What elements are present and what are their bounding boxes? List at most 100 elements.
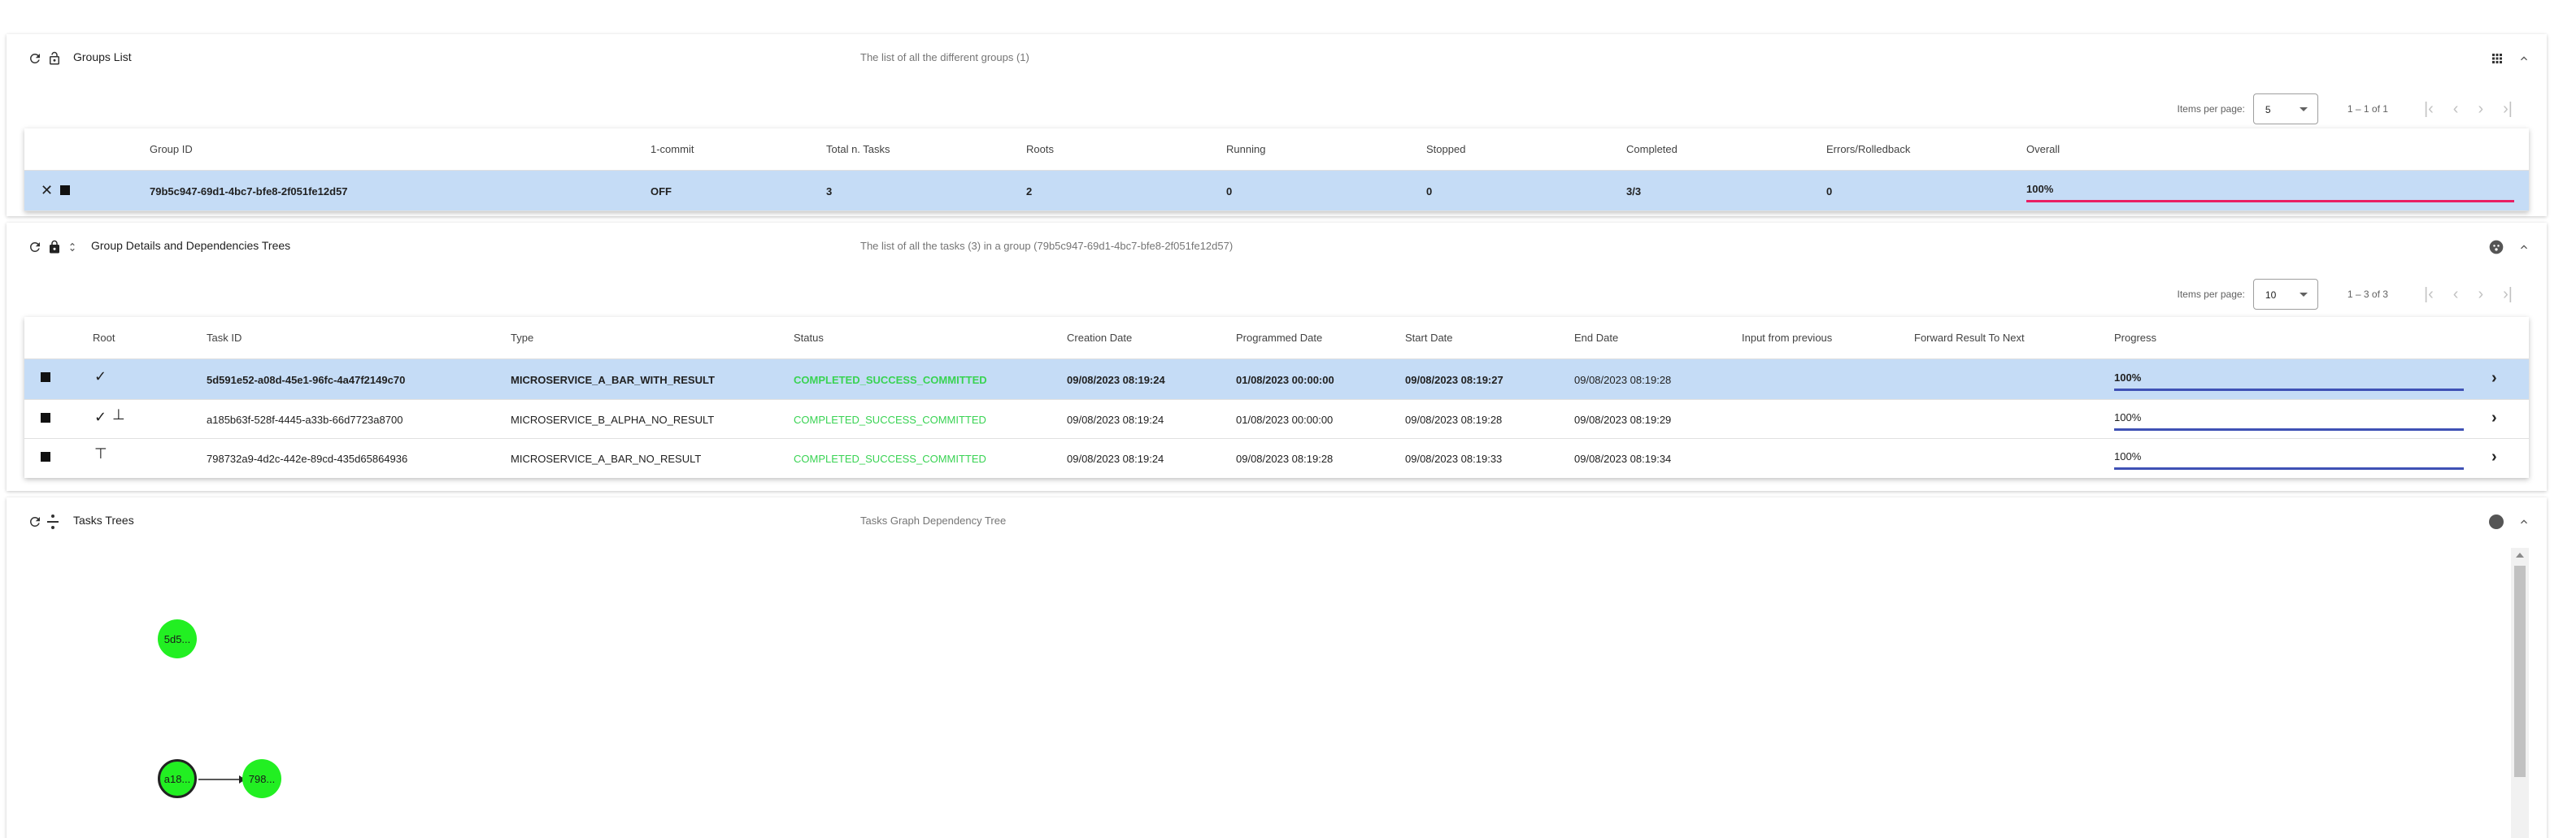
groups-paginator: Items per page: 5 1 – 1 of 1 |‹ ‹ › ›| [2178, 93, 2513, 125]
face-icon[interactable] [2488, 239, 2504, 255]
tree-panel-title: Tasks Trees [73, 514, 134, 527]
row-expand-chevron-icon[interactable]: › [2491, 448, 2497, 467]
lock-icon[interactable] [47, 239, 62, 255]
col-creation-date[interactable]: Creation Date [1067, 332, 1132, 344]
close-icon[interactable]: ✕ [41, 182, 53, 199]
cell-total-tasks: 3 [826, 185, 833, 198]
refresh-icon[interactable] [28, 51, 42, 66]
cell-status: COMPLETED_SUCCESS_COMMITTED [794, 414, 986, 426]
cell-start-date: 09/08/2023 08:19:27 [1405, 374, 1503, 386]
refresh-icon[interactable] [28, 515, 42, 529]
apps-grid-icon[interactable] [2490, 51, 2504, 66]
col-one-commit[interactable]: 1-commit [651, 143, 694, 155]
col-task-id[interactable]: Task ID [207, 332, 242, 344]
table-row[interactable]: ✕ 79b5c947-69d1-4bc7-bfe8-2f051fe12d57 O… [24, 171, 2529, 211]
previous-page-icon[interactable]: ‹ [2453, 100, 2459, 119]
next-page-icon[interactable]: › [2478, 285, 2483, 304]
chevron-up-icon[interactable] [2517, 515, 2530, 528]
graph-node[interactable]: 5d5... [158, 619, 197, 658]
task-progress-bar [2114, 467, 2464, 470]
col-roots[interactable]: Roots [1026, 143, 1054, 155]
dropdown-caret-icon [2299, 107, 2308, 111]
circle-icon[interactable] [2488, 514, 2504, 530]
graph-node[interactable]: 798... [242, 759, 281, 798]
graph-node[interactable]: a18... [158, 759, 197, 798]
check-icon: ✓ [94, 409, 107, 425]
cell-programmed-date: 01/08/2023 00:00:00 [1236, 414, 1334, 426]
col-root[interactable]: Root [93, 332, 115, 344]
task-progress-label: 100% [2114, 411, 2142, 423]
chevron-up-icon[interactable] [2517, 241, 2530, 254]
items-per-page-select[interactable]: 5 [2252, 93, 2318, 124]
col-progress[interactable]: Progress [2114, 332, 2156, 344]
scrollbar-thumb[interactable] [2514, 566, 2526, 777]
table-row[interactable]: ⊤ 798732a9-4d2c-442e-89cd-435d65864936 M… [24, 439, 2529, 478]
next-page-icon[interactable]: › [2478, 100, 2483, 119]
task-progress: 100% [2114, 371, 2464, 392]
previous-page-icon[interactable]: ‹ [2453, 285, 2459, 304]
divide-icon[interactable] [47, 514, 59, 530]
col-type[interactable]: Type [511, 332, 533, 344]
col-start-date[interactable]: Start Date [1405, 332, 1453, 344]
details-paginator: Items per page: 10 1 – 3 of 3 |‹ ‹ › ›| [2178, 278, 2513, 310]
cell-completed: 3/3 [1626, 185, 1642, 198]
details-panel-header: Group Details and Dependencies Trees The… [7, 223, 2547, 273]
cell-type: MICROSERVICE_B_ALPHA_NO_RESULT [511, 414, 715, 426]
cell-end-date: 09/08/2023 08:19:29 [1574, 414, 1672, 426]
stop-icon[interactable] [41, 452, 50, 464]
col-forward-result[interactable]: Forward Result To Next [1914, 332, 2025, 344]
table-row[interactable]: ✓ ⊥ a185b63f-528f-4445-a33b-66d7723a8700… [24, 400, 2529, 439]
overall-progress: 100% [2026, 182, 2514, 203]
tasks-trees-panel: Tasks Trees Tasks Graph Dependency Tree … [7, 497, 2547, 838]
cell-programmed-date: 09/08/2023 08:19:28 [1236, 453, 1334, 465]
items-per-page-label: Items per page: [2177, 289, 2245, 300]
col-group-id[interactable]: Group ID [150, 143, 193, 155]
cell-stopped: 0 [1426, 185, 1433, 198]
graph-edge-arrow [198, 775, 246, 784]
dropdown-caret-icon [2299, 293, 2308, 297]
col-stopped[interactable]: Stopped [1426, 143, 1465, 155]
task-progress: 100% [2114, 410, 2464, 432]
col-programmed-date[interactable]: Programmed Date [1236, 332, 1322, 344]
tree-scrollbar[interactable] [2511, 548, 2529, 838]
cell-task-id: a185b63f-528f-4445-a33b-66d7723a8700 [207, 414, 403, 426]
overall-progress-label: 100% [2026, 183, 2054, 195]
last-page-icon[interactable]: ›| [2503, 100, 2513, 119]
unfold-icon[interactable] [67, 240, 78, 254]
col-status[interactable]: Status [794, 332, 824, 344]
cell-creation-date: 09/08/2023 08:19:24 [1067, 374, 1165, 386]
tasks-table: Root Task ID Type Status Creation Date P… [24, 317, 2529, 478]
row-expand-chevron-icon[interactable]: › [2491, 369, 2497, 388]
row-expand-chevron-icon[interactable]: › [2491, 409, 2497, 428]
cell-errors: 0 [1826, 185, 1833, 198]
stop-icon[interactable] [41, 372, 50, 384]
check-icon: ✓ [94, 368, 107, 384]
vertical-align-top-icon: ⊤ [94, 445, 107, 462]
cell-start-date: 09/08/2023 08:19:28 [1405, 414, 1503, 426]
first-page-icon[interactable]: |‹ [2424, 100, 2434, 119]
stop-icon[interactable] [41, 413, 50, 425]
last-page-icon[interactable]: ›| [2503, 285, 2513, 304]
col-completed[interactable]: Completed [1626, 143, 1677, 155]
table-row[interactable]: ✓ 5d591e52-a08d-45e1-96fc-4a47f2149c70 M… [24, 359, 2529, 400]
col-end-date[interactable]: End Date [1574, 332, 1618, 344]
col-errors-rolledback[interactable]: Errors/Rolledback [1826, 143, 1910, 155]
items-per-page-select[interactable]: 10 [2252, 279, 2318, 310]
col-running[interactable]: Running [1226, 143, 1265, 155]
cell-creation-date: 09/08/2023 08:19:24 [1067, 414, 1164, 426]
col-input-from-previous[interactable]: Input from previous [1742, 332, 1832, 344]
graph-node-label: 5d5... [163, 632, 191, 645]
col-overall[interactable]: Overall [2026, 143, 2060, 155]
groups-table-header: Group ID 1-commit Total n. Tasks Roots R… [24, 128, 2529, 171]
refresh-icon[interactable] [28, 240, 42, 254]
cell-end-date: 09/08/2023 08:19:34 [1574, 453, 1672, 465]
cell-running: 0 [1226, 185, 1233, 198]
col-total-tasks[interactable]: Total n. Tasks [826, 143, 890, 155]
lock-open-icon[interactable] [47, 50, 62, 67]
first-page-icon[interactable]: |‹ [2424, 285, 2434, 304]
task-progress: 100% [2114, 449, 2464, 471]
groups-list-panel: Groups List The list of all the differen… [7, 34, 2547, 216]
chevron-up-icon[interactable] [2517, 52, 2530, 65]
scroll-up-icon[interactable] [2516, 553, 2524, 558]
stop-icon[interactable] [60, 185, 70, 198]
